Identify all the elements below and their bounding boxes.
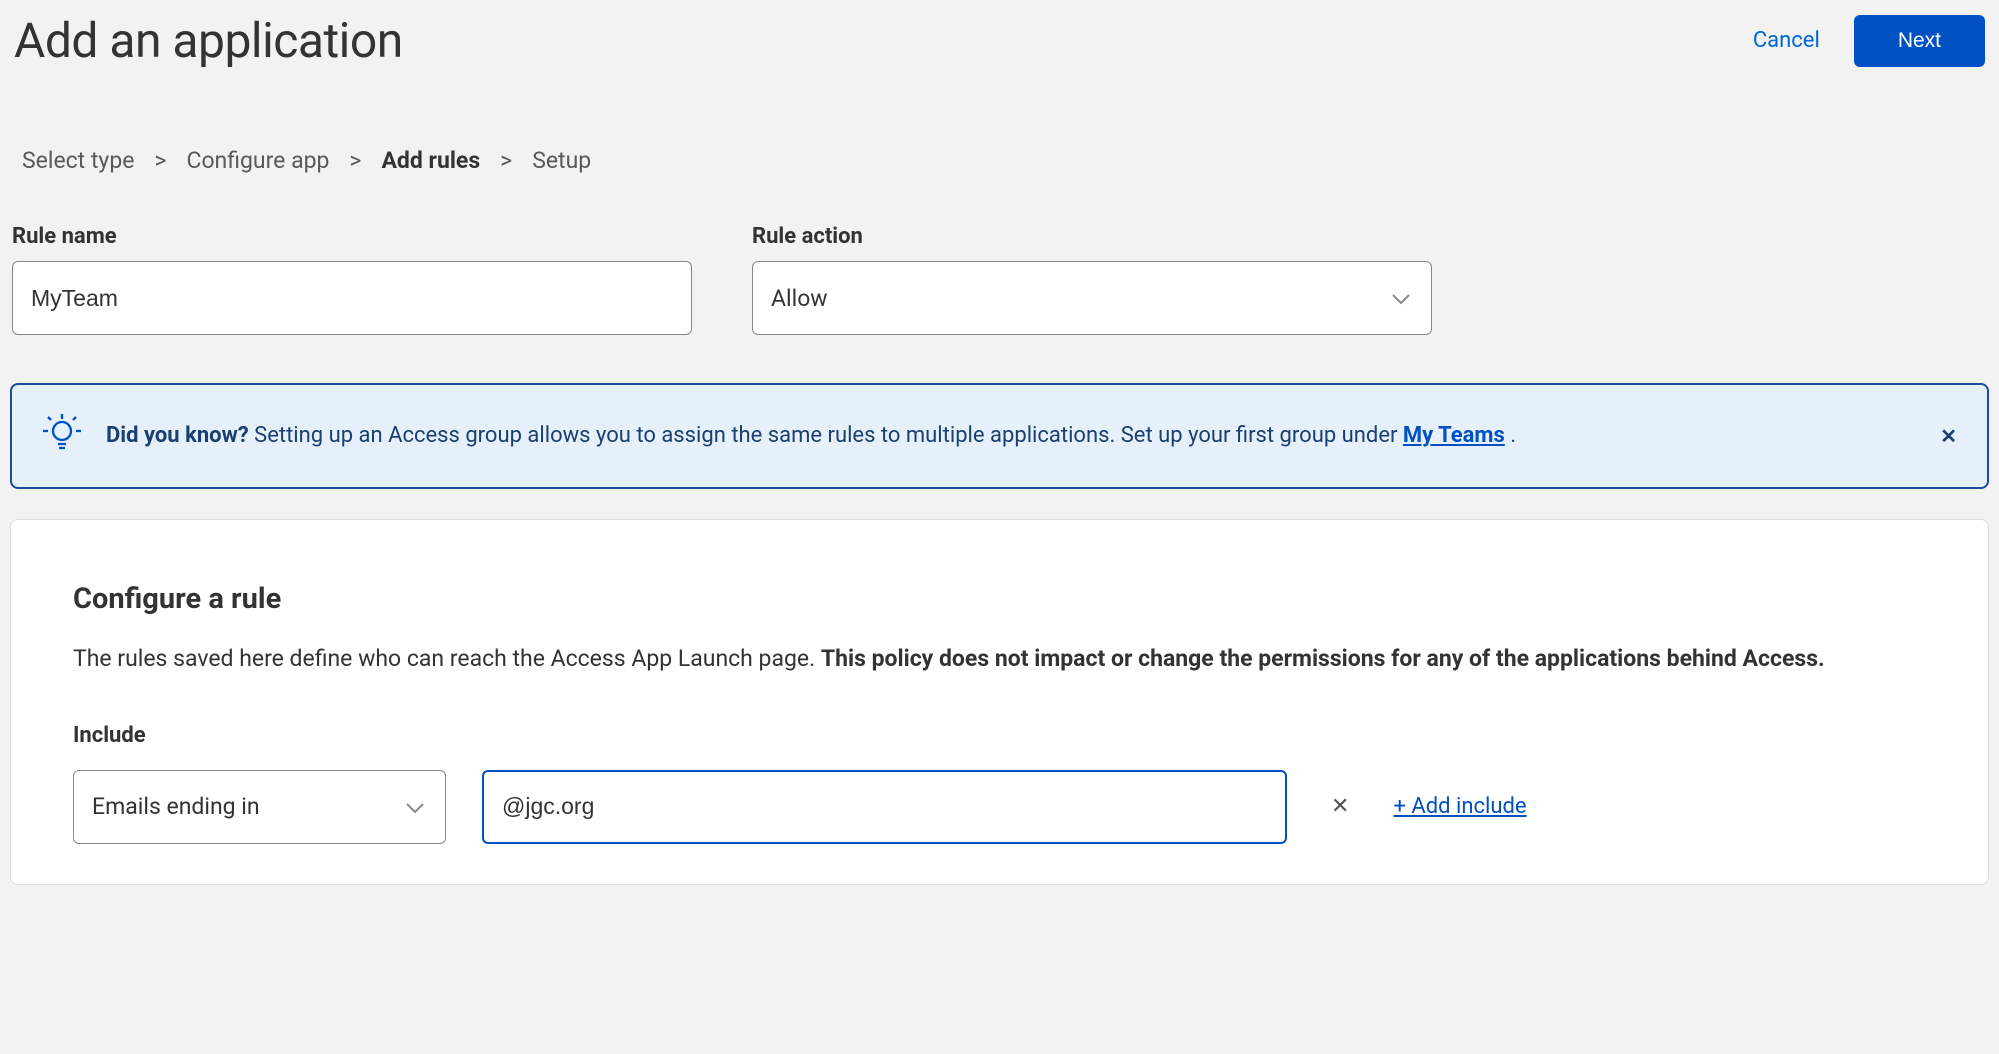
chevron-right-icon: > [500,147,512,174]
rule-action-select[interactable]: Allow [752,261,1432,335]
remove-include-icon[interactable]: ✕ [1323,794,1357,819]
rule-action-group: Rule action Allow [752,224,1432,335]
rule-action-label: Rule action [752,224,1432,249]
rule-name-input[interactable] [12,261,692,335]
configure-rule-card: Configure a rule The rules saved here de… [10,519,1989,885]
include-value-input[interactable] [482,770,1287,844]
close-icon[interactable]: ✕ [1940,424,1957,448]
page-title: Add an application [14,12,403,69]
breadcrumb: Select type > Configure app > Add rules … [0,77,1999,204]
header-actions: Cancel Next [1753,15,1985,67]
cancel-button[interactable]: Cancel [1753,28,1820,53]
rule-name-label: Rule name [12,224,692,249]
include-type-select[interactable]: Emails ending in [73,770,446,844]
breadcrumb-step-setup[interactable]: Setup [532,147,591,174]
breadcrumb-step-configure-app[interactable]: Configure app [186,147,329,174]
add-include-link[interactable]: + Add include [1393,794,1526,819]
configure-rule-title: Configure a rule [73,582,1926,616]
rule-action-value: Allow [771,285,828,312]
info-banner: Did you know? Setting up an Access group… [10,383,1989,489]
breadcrumb-step-select-type[interactable]: Select type [22,147,134,174]
next-button[interactable]: Next [1854,15,1985,67]
breadcrumb-step-add-rules[interactable]: Add rules [381,147,480,174]
chevron-right-icon: > [349,147,361,174]
rule-name-group: Rule name [12,224,692,335]
info-banner-message: Did you know? Setting up an Access group… [106,420,1916,452]
my-teams-link[interactable]: My Teams [1403,423,1505,448]
include-row: Emails ending in ✕ + Add include [73,770,1926,844]
include-label: Include [73,723,1926,748]
include-type-value: Emails ending in [92,793,260,820]
configure-rule-description: The rules saved here define who can reac… [73,642,1926,677]
chevron-right-icon: > [154,147,166,174]
lightbulb-icon [42,411,82,461]
